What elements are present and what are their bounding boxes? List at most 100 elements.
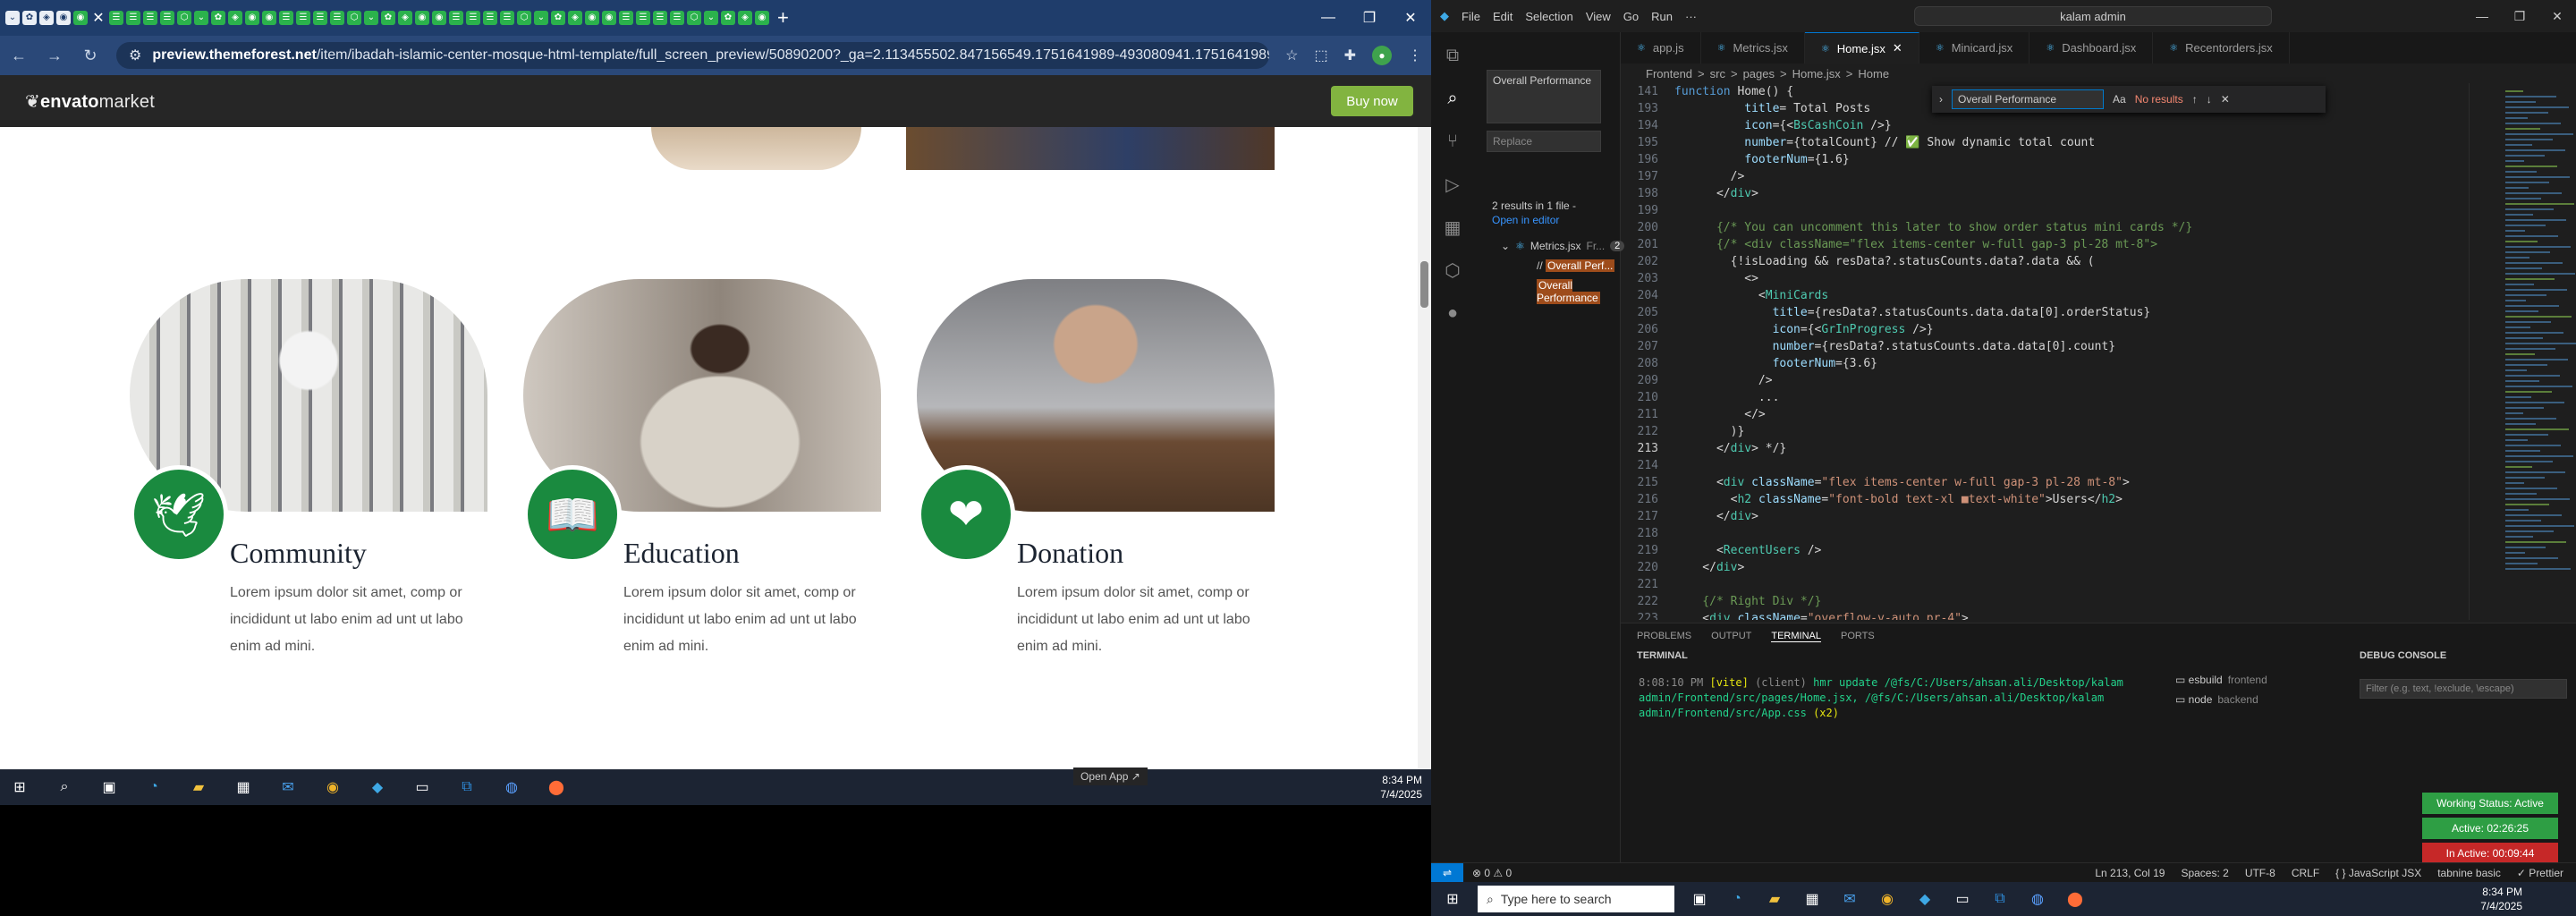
tabnine-status[interactable]: tabnine basic xyxy=(2437,867,2501,879)
zoom-icon[interactable]: ◍ xyxy=(499,775,524,800)
file-explorer-icon[interactable]: ▰ xyxy=(1762,886,1787,912)
command-center-search[interactable]: kalam admin xyxy=(1914,6,2272,26)
maximize-button[interactable]: ❐ xyxy=(2501,0,2538,32)
task-view-icon[interactable]: ▣ xyxy=(97,775,122,800)
clock-right[interactable]: 8:34 PM 7/4/2025 xyxy=(2480,885,2522,913)
close-icon[interactable]: ✕ xyxy=(1893,41,1902,55)
next-match-icon[interactable]: ↓ xyxy=(2207,93,2212,106)
vscode-blue-icon[interactable]: ⧉ xyxy=(454,775,479,800)
open-in-editor-link[interactable]: Open in editor xyxy=(1492,213,1576,227)
tab-favicon-icon[interactable]: ⌄ xyxy=(534,11,548,25)
forward-button[interactable]: → xyxy=(45,47,64,65)
tab-favicon-icon[interactable]: ☰ xyxy=(126,11,140,25)
reload-button[interactable]: ↻ xyxy=(80,47,100,65)
feature-title[interactable]: Education xyxy=(623,537,740,570)
editor-tab[interactable]: ⚛ Dashboard.jsx xyxy=(2029,32,2154,64)
open-app-button[interactable]: Open App ↗ xyxy=(1073,768,1148,785)
encoding[interactable]: UTF-8 xyxy=(2245,867,2275,879)
tab-favicon-icon[interactable]: ◉ xyxy=(585,11,599,25)
search-hit[interactable]: Overall Performance xyxy=(1537,279,1620,304)
menu-item-edit[interactable]: Edit xyxy=(1493,10,1513,23)
site-info-icon[interactable]: ⚙ xyxy=(129,47,141,64)
prettier-status[interactable]: ✓ Prettier xyxy=(2517,867,2563,879)
tab-favicon-icon[interactable]: ◈ xyxy=(228,11,242,25)
eol[interactable]: CRLF xyxy=(2292,867,2319,879)
extensions-icon[interactable]: ⬚ xyxy=(1314,47,1327,64)
tab-favicon-icon[interactable]: ☰ xyxy=(160,11,174,25)
windows-start-icon[interactable]: ⊞ xyxy=(7,775,32,800)
tab-favicon-icon[interactable]: ◈ xyxy=(39,11,54,25)
run-debug-icon[interactable]: ▷ xyxy=(1438,170,1467,199)
minimize-button[interactable]: — xyxy=(2463,0,2501,32)
page-scrollbar[interactable] xyxy=(1418,127,1431,769)
panel-tab-problems[interactable]: PROBLEMS xyxy=(1637,631,1691,641)
tab-favicon-icon[interactable]: ✿ xyxy=(551,11,565,25)
menu-item-selection[interactable]: Selection xyxy=(1525,10,1572,23)
panel-tab-output[interactable]: OUTPUT xyxy=(1711,631,1751,641)
tab-favicon-icon[interactable]: ⬡ xyxy=(177,11,191,25)
vscode-icon[interactable]: ◆ xyxy=(365,775,390,800)
tab-favicon-icon[interactable]: ☰ xyxy=(109,11,123,25)
tab-favicon-icon[interactable]: ◉ xyxy=(415,11,429,25)
postman-icon[interactable]: ⬤ xyxy=(544,775,569,800)
search-icon[interactable]: ⌕ xyxy=(1438,84,1467,113)
cursor-position[interactable]: Ln 213, Col 19 xyxy=(2095,867,2165,879)
tab-favicon-icon[interactable]: ☰ xyxy=(143,11,157,25)
panel-tab-ports[interactable]: PORTS xyxy=(1841,631,1875,641)
back-button[interactable]: ← xyxy=(9,47,29,65)
bookmark-star-icon[interactable]: ☆ xyxy=(1285,47,1298,64)
tab-favicon-icon[interactable]: ⬡ xyxy=(347,11,361,25)
menu-item-file[interactable]: File xyxy=(1462,10,1480,23)
minimize-button[interactable]: — xyxy=(1308,0,1349,36)
menu-dots-icon[interactable]: ⋮ xyxy=(1408,47,1422,64)
terminal-instance[interactable]: ▭ esbuild frontend xyxy=(2175,670,2267,690)
edge-icon[interactable]: ◔ xyxy=(1724,886,1750,912)
terminal-icon[interactable]: ▭ xyxy=(410,775,435,800)
store-icon[interactable]: ▦ xyxy=(1800,886,1825,912)
menu-item-go[interactable]: Go xyxy=(1623,10,1639,23)
chrome-icon[interactable]: ◉ xyxy=(320,775,345,800)
zoom-icon[interactable]: ◍ xyxy=(2025,886,2050,912)
tab-favicon-icon[interactable]: ☰ xyxy=(296,11,310,25)
result-file[interactable]: ⌄ ⚛ Metrics.jsx Fr... 2 xyxy=(1501,240,1625,252)
tab-favicon-icon[interactable]: ☰ xyxy=(330,11,344,25)
remote-indicator-icon[interactable]: ⇌ xyxy=(1431,862,1463,883)
tab-favicon-icon[interactable]: ✿ xyxy=(381,11,395,25)
taskbar-search-input[interactable]: ⌕ Type here to search xyxy=(1478,886,1674,912)
close-button[interactable]: ✕ xyxy=(1390,0,1431,36)
feature-title[interactable]: Community xyxy=(230,537,367,570)
editor-tab[interactable]: ⚛ Home.jsx ✕ xyxy=(1804,32,1919,64)
terminal-instance[interactable]: ▭ node backend xyxy=(2175,690,2267,709)
chrome-icon[interactable]: ◉ xyxy=(1875,886,1900,912)
tab-favicon-icon[interactable]: ◈ xyxy=(568,11,582,25)
find-input[interactable]: Overall Performance xyxy=(1952,89,2104,109)
language-mode[interactable]: { } JavaScript JSX xyxy=(2335,867,2421,879)
editor-tab[interactable]: ⚛ app.js xyxy=(1621,32,1701,64)
drop-icon[interactable]: ● xyxy=(1438,299,1467,327)
tab-favicon-icon[interactable]: ◈ xyxy=(738,11,752,25)
editor-tab[interactable]: ⚛ Minicard.jsx xyxy=(1919,32,2030,64)
tab-favicon-icon[interactable]: ☰ xyxy=(500,11,514,25)
search-icon[interactable]: ⌕ xyxy=(52,775,77,800)
menu-item-run[interactable]: Run xyxy=(1651,10,1673,23)
tab-favicon-icon[interactable]: ◈ xyxy=(398,11,412,25)
puzzle-icon[interactable]: ✚ xyxy=(1344,47,1356,64)
remote-icon[interactable]: ⬡ xyxy=(1438,256,1467,284)
clock-left[interactable]: 8:34 PM 7/4/2025 xyxy=(1380,773,1422,802)
tab-favicon-icon[interactable]: ◉ xyxy=(432,11,446,25)
tab-favicon-icon[interactable]: ◉ xyxy=(755,11,769,25)
panel-tab-terminal[interactable]: TERMINAL xyxy=(1771,631,1821,642)
breadcrumb-item[interactable]: Home.jsx xyxy=(1792,67,1841,81)
menu-item-view[interactable]: View xyxy=(1586,10,1611,23)
mail-icon[interactable]: ✉ xyxy=(1837,886,1862,912)
breadcrumb-item[interactable]: pages xyxy=(1743,67,1775,81)
vscode-icon[interactable]: ◆ xyxy=(1912,886,1937,912)
editor-tab[interactable]: ⚛ Recentorders.jsx xyxy=(2153,32,2290,64)
new-tab-button[interactable]: + xyxy=(777,6,789,30)
code-editor[interactable]: 141 function Home() {193 title= Total Pos… xyxy=(1621,83,2551,620)
problems-count[interactable]: ⊗ 0 ⚠ 0 xyxy=(1472,867,1512,879)
explorer-icon[interactable]: ⧉ xyxy=(1438,41,1467,70)
tab-favicon-icon[interactable]: ✿ xyxy=(211,11,225,25)
terminal-icon[interactable]: ▭ xyxy=(1950,886,1975,912)
tab-favicon-icon[interactable]: ☰ xyxy=(653,11,667,25)
